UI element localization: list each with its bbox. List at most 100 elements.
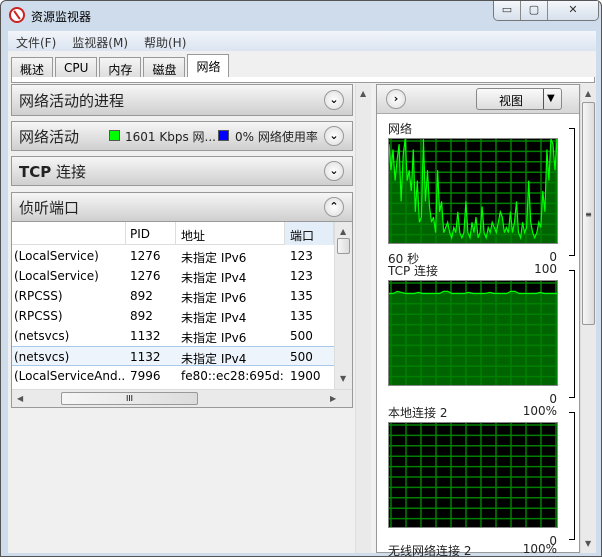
graph-canvas <box>389 281 557 385</box>
column-header-address[interactable]: 地址 <box>176 222 285 245</box>
menu-bar: 文件(F) 监视器(M) 帮助(H) <box>8 31 596 51</box>
scrollbar-thumb[interactable]: ≡ <box>582 102 595 325</box>
left-panel-scrollbar[interactable]: ▲ <box>355 84 371 553</box>
table-cell: 1276 <box>130 269 161 283</box>
graph-scale-bracket <box>569 128 575 256</box>
table-cell: (RPCSS) <box>14 309 63 323</box>
table-cell: 未指定 IPv4 <box>181 352 247 365</box>
maximize-button[interactable]: ▢ <box>521 1 548 20</box>
green-legend-swatch <box>109 130 120 141</box>
graph-label: 无线网络连接 2 <box>388 544 472 558</box>
section-title: 侦听端口 <box>19 199 80 217</box>
graph-canvas <box>388 138 558 243</box>
graphs-panel: › 视图 ▼ 网络 60 秒 0 TCP 连接 100 0 本地连接 2 100% 0 无线网络连… <box>376 84 580 558</box>
table-cell: fe80::ec28:695d:... <box>181 369 285 383</box>
scrollbar-thumb[interactable]: III <box>61 392 198 405</box>
section-listening-ports[interactable]: 侦听端口 ⌃ <box>11 192 353 222</box>
blue-legend-swatch <box>218 130 229 141</box>
graph-max-label: 100% <box>522 404 557 418</box>
chevron-down-icon[interactable]: ⌄ <box>324 90 344 110</box>
column-header-pid[interactable]: PID <box>126 222 176 245</box>
chevron-down-icon[interactable]: ⌄ <box>324 161 344 181</box>
table-cell: (LocalServiceAnd... <box>14 369 126 383</box>
view-button[interactable]: 视图 ▼ <box>476 88 562 110</box>
table-cell: 135 <box>290 309 313 323</box>
table-row[interactable]: (LocalServiceAnd... 7996 fe80::ec28:695d:.… <box>12 366 334 386</box>
client-area: 概述 CPU 内存 磁盘 网络 网络活动的进程 ⌄ 网络活动 1601 Kbps… <box>8 51 596 558</box>
section-tcp-connections[interactable]: TCP 连接 ⌄ <box>11 156 353 186</box>
close-button[interactable]: ✕ <box>548 1 598 20</box>
table-horizontal-scrollbar[interactable]: ◀ III ▶ <box>12 389 352 407</box>
resource-monitor-window: 资源监视器 ▭ ▢ ✕ 文件(F) 监视器(M) 帮助(H) 概述 CPU 内存… <box>0 0 602 558</box>
section-title: 网络活动 <box>19 128 80 146</box>
table-row[interactable]: (RPCSS) 892 未指定 IPv4 135 <box>12 306 334 326</box>
column-header-port[interactable]: 端口 <box>285 222 334 245</box>
table-cell: 未指定 IPv6 <box>181 251 247 265</box>
view-button-label: 视图 <box>499 94 524 108</box>
section-title: 连接 <box>56 163 87 181</box>
section-title: 网络活动的进程 <box>19 92 125 110</box>
table-row[interactable]: (LocalService) 1276 未指定 IPv4 123 <box>12 266 334 286</box>
table-cell: 892 <box>130 289 153 303</box>
chevron-right-icon[interactable]: › <box>386 89 406 109</box>
listening-ports-table: PID 地址 端口 (LocalService) 1276 未指定 IPv6 123(… <box>11 222 353 408</box>
table-cell: 1900 <box>290 369 321 383</box>
chevron-down-icon[interactable]: ⌄ <box>324 126 344 146</box>
dropdown-arrow-icon: ▼ <box>543 89 555 109</box>
graph-label: 本地连接 2 <box>388 406 448 420</box>
table-row[interactable]: (netsvcs) 1132 未指定 IPv4 500 <box>12 346 334 366</box>
table-cell: 500 <box>290 350 313 364</box>
resource-monitor-app-icon <box>9 7 25 23</box>
table-cell: 未指定 IPv6 <box>181 331 247 345</box>
tab-overview[interactable]: 概述 <box>11 57 54 77</box>
graph-label: 网络 <box>388 122 413 136</box>
table-cell: (LocalService) <box>14 249 99 263</box>
table-cell: 123 <box>290 249 313 263</box>
table-cell: 7996 <box>130 369 161 383</box>
graph-1 <box>388 280 558 386</box>
graph-scale-bracket <box>569 412 575 540</box>
table-cell: 500 <box>290 329 313 343</box>
table-cell: (LocalService) <box>14 269 99 283</box>
tab-disk[interactable]: 磁盘 <box>143 57 186 77</box>
table-cell: 1276 <box>130 249 161 263</box>
graph-canvas <box>389 423 557 527</box>
table-row[interactable]: (netsvcs) 1132 未指定 IPv6 500 <box>12 326 334 346</box>
minimize-button[interactable]: ▭ <box>494 1 521 20</box>
table-cell: 123 <box>290 269 313 283</box>
graph-scale-bracket <box>569 270 575 398</box>
tab-memory[interactable]: 内存 <box>99 57 142 77</box>
section-network-activity[interactable]: 网络活动 1601 Kbps 网... 0% 网络使用率 ⌄ <box>11 121 353 151</box>
table-row[interactable]: (LocalService) 1276 未指定 IPv6 123 <box>12 246 334 266</box>
graph-max-label: 100% <box>522 542 557 556</box>
table-cell: 未指定 IPv4 <box>181 271 247 285</box>
network-io-stat: 1601 Kbps 网... <box>125 130 216 144</box>
chevron-up-icon[interactable]: ⌃ <box>324 197 344 217</box>
title-bar: 资源监视器 ▭ ▢ ✕ <box>1 1 601 29</box>
window-title: 资源监视器 <box>31 10 92 24</box>
tab-cpu[interactable]: CPU <box>55 57 98 77</box>
table-cell: 未指定 IPv6 <box>181 291 247 305</box>
table-cell: 892 <box>130 309 153 323</box>
section-network-processes[interactable]: 网络活动的进程 ⌄ <box>11 84 353 116</box>
tab-network[interactable]: 网络 <box>187 54 230 77</box>
menu-file[interactable]: 文件(F) <box>8 31 64 51</box>
network-usage-stat: 0% 网络使用率 <box>235 130 318 144</box>
menu-monitor[interactable]: 监视器(M) <box>64 31 136 51</box>
graph-2 <box>388 422 558 528</box>
graph-max-label: 100 <box>534 262 557 276</box>
table-vertical-scrollbar[interactable]: ▲ ▼ <box>334 222 352 389</box>
scrollbar-thumb[interactable] <box>337 238 350 254</box>
menu-help[interactable]: 帮助(H) <box>136 31 194 51</box>
right-panel-scrollbar[interactable]: ▲ ≡ ▼ <box>580 84 596 553</box>
graph-label: TCP 连接 <box>388 264 439 278</box>
column-header-image[interactable] <box>12 222 126 245</box>
section-title-bold: TCP <box>19 163 52 181</box>
table-cell: 1132 <box>130 329 161 343</box>
graph-0 <box>388 138 558 244</box>
table-cell: (RPCSS) <box>14 289 63 303</box>
table-cell: (netsvcs) <box>14 329 70 343</box>
table-cell: (netsvcs) <box>14 350 70 364</box>
table-row[interactable]: (RPCSS) 892 未指定 IPv6 135 <box>12 286 334 306</box>
table-cell: 1132 <box>130 350 161 364</box>
